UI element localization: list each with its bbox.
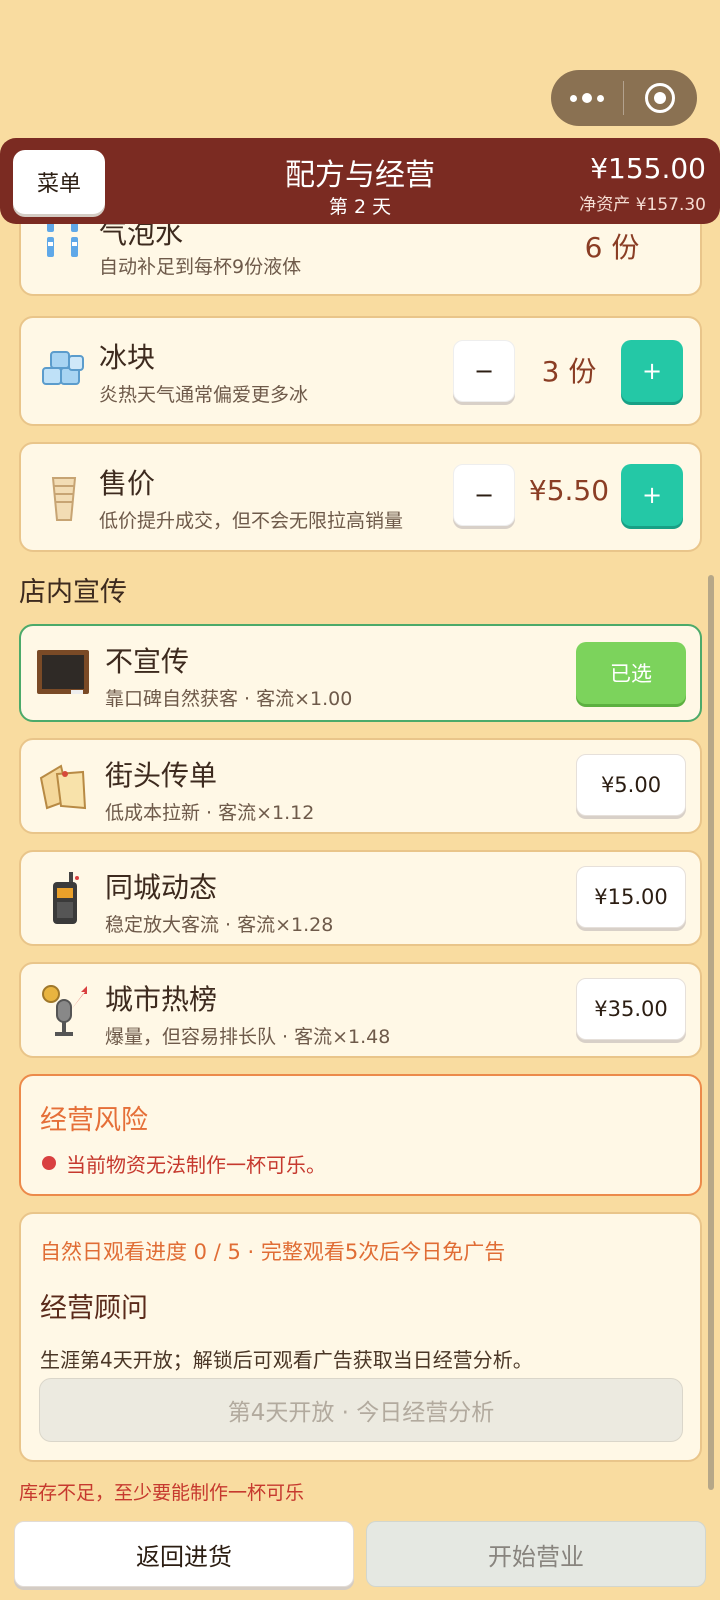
promo-name: 不宣传 xyxy=(105,645,190,678)
advisor-title: 经营顾问 xyxy=(40,1293,148,1324)
promo-buy-flyers-button[interactable]: ¥5.00 xyxy=(576,754,686,816)
back-to-purchase-button[interactable]: 返回进货 xyxy=(14,1521,354,1587)
inventory-warning: 库存不足，至少要能制作一杯可乐 xyxy=(19,1482,305,1504)
promo-selected-button[interactable]: 已选 xyxy=(576,642,686,704)
promo-card-local-feed[interactable]: 同城动态 稳定放大客流 · 客流×1.28 ¥15.00 xyxy=(19,850,702,946)
risk-alert-icon xyxy=(42,1156,56,1170)
promo-card-flyers[interactable]: 街头传单 低成本拉新 · 客流×1.12 ¥5.00 xyxy=(19,738,702,834)
promo-name: 街头传单 xyxy=(105,759,218,792)
price-decrease-button[interactable]: − xyxy=(453,464,515,526)
ice-name: 冰块 xyxy=(99,341,156,374)
flyers-icon xyxy=(39,764,87,810)
promo-desc: 稳定放大客流 · 客流×1.28 xyxy=(105,914,334,936)
promo-desc: 低成本拉新 · 客流×1.12 xyxy=(105,802,315,824)
top-header: 菜单 配方与经营 第 2 天 ¥155.00 净资产 ¥157.30 xyxy=(0,138,720,224)
ice-desc: 炎热天气通常偏爱更多冰 xyxy=(99,384,309,406)
promo-desc: 靠口碑自然获客 · 客流×1.00 xyxy=(105,688,353,710)
promo-card-none[interactable]: 不宣传 靠口碑自然获客 · 客流×1.00 已选 xyxy=(19,624,702,722)
scrollbar[interactable] xyxy=(708,575,714,1490)
advisor-desc: 生涯第4天开放；解锁后可观看广告获取当日经营分析。 xyxy=(40,1348,533,1372)
recipe-card-ice: 冰块 炎热天气通常偏爱更多冰 − 3 份 + xyxy=(19,316,702,426)
risk-panel: 经营风险 当前物资无法制作一杯可乐。 xyxy=(19,1074,702,1196)
price-name: 售价 xyxy=(99,467,156,500)
trophy-microphone-icon xyxy=(42,985,87,1036)
money-display: ¥155.00 xyxy=(590,152,706,185)
advisor-panel: 自然日观看进度 0 / 5 · 完整观看5次后今日免广告 经营顾问 生涯第4天开… xyxy=(19,1212,702,1462)
promo-name: 城市热榜 xyxy=(105,983,218,1016)
promo-name: 同城动态 xyxy=(105,871,218,904)
bottom-action-bar: 返回进货 开始营业 xyxy=(0,1506,720,1600)
more-options-icon[interactable] xyxy=(551,70,623,126)
paper-cups-icon xyxy=(51,477,77,521)
ice-qty: 3 份 xyxy=(541,355,597,388)
start-business-button[interactable]: 开始营业 xyxy=(366,1521,706,1587)
soda-qty: 6 份 xyxy=(584,231,640,264)
price-value: ¥5.50 xyxy=(528,474,610,507)
blackboard-icon xyxy=(37,650,89,694)
close-target-icon[interactable] xyxy=(624,70,696,126)
promo-buy-hot-list-button[interactable]: ¥35.00 xyxy=(576,978,686,1040)
ice-cubes-icon xyxy=(42,351,84,385)
price-desc: 低价提升成交，但不会无限拉高销量 xyxy=(99,510,404,532)
soda-desc: 自动补足到每杯9份液体 xyxy=(99,256,302,278)
ice-decrease-button[interactable]: − xyxy=(453,340,515,402)
net-worth-display: 净资产 ¥157.30 xyxy=(579,195,706,215)
risk-title: 经营风险 xyxy=(40,1105,148,1136)
walkie-talkie-icon xyxy=(53,872,79,924)
recipe-card-price: 售价 低价提升成交，但不会无限拉高销量 − ¥5.50 + xyxy=(19,442,702,552)
risk-message: 当前物资无法制作一杯可乐。 xyxy=(66,1153,326,1177)
promo-buy-local-feed-button[interactable]: ¥15.00 xyxy=(576,866,686,928)
mini-program-capsule xyxy=(551,70,697,126)
promotion-section-title: 店内宣传 xyxy=(19,577,127,608)
promo-desc: 爆量，但容易排长队 · 客流×1.48 xyxy=(105,1026,391,1048)
advisor-analysis-button[interactable]: 第4天开放 · 今日经营分析 xyxy=(39,1378,683,1442)
promo-card-hot-list[interactable]: 城市热榜 爆量，但容易排长队 · 客流×1.48 ¥35.00 xyxy=(19,962,702,1058)
price-increase-button[interactable]: + xyxy=(621,464,683,526)
ad-progress-text: 自然日观看进度 0 / 5 · 完整观看5次后今日免广告 xyxy=(40,1240,506,1264)
ice-increase-button[interactable]: + xyxy=(621,340,683,402)
